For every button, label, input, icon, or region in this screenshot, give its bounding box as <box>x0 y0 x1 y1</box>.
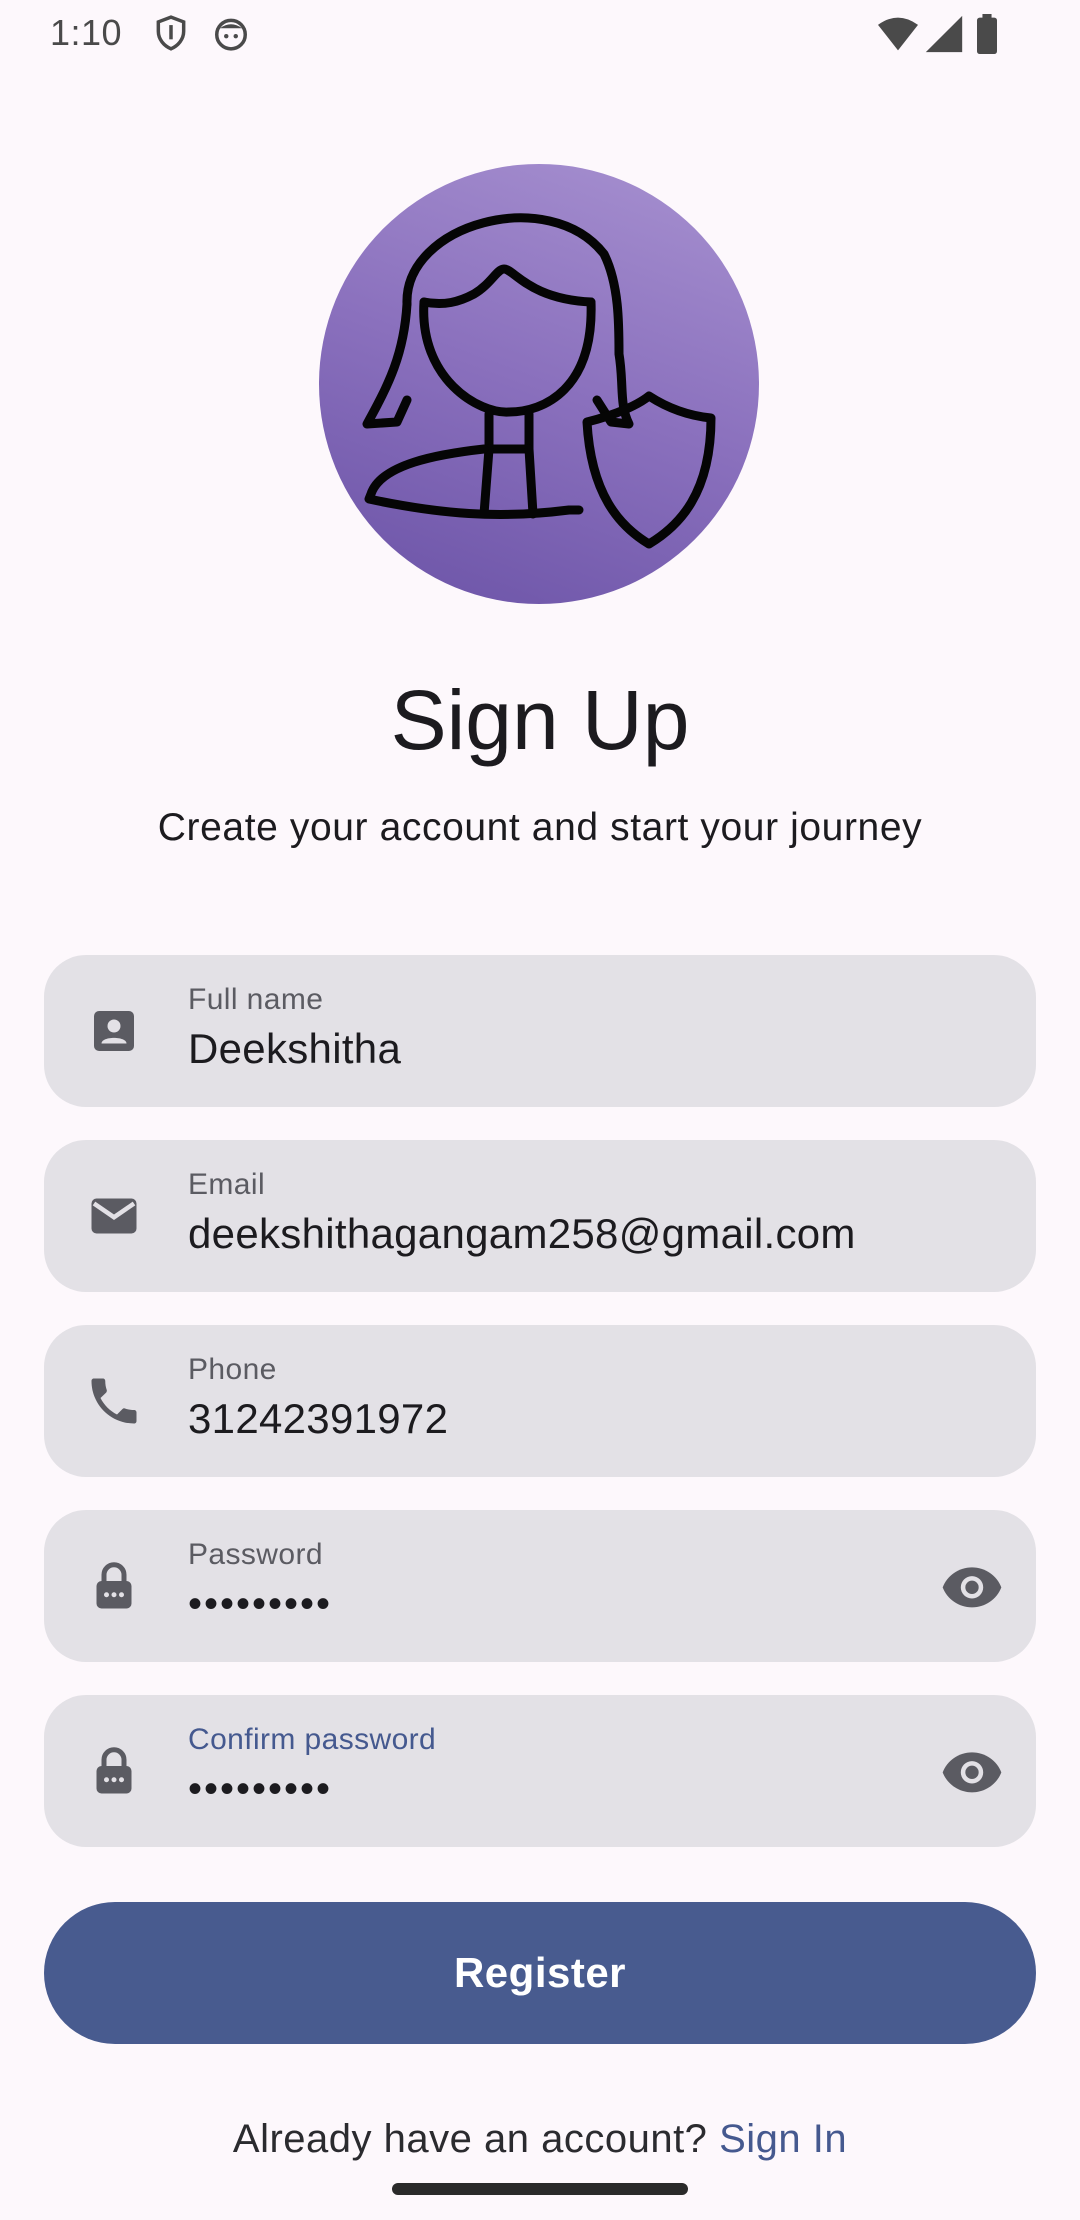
wifi-icon <box>878 17 918 51</box>
lock-icon <box>96 1562 132 1609</box>
password-label: Password <box>188 1538 323 1571</box>
user-shield-illustration-icon <box>362 213 716 549</box>
status-time: 1:10 <box>50 12 123 53</box>
signin-prompt-text: Already have an account? <box>232 2117 708 2161</box>
home-indicator[interactable] <box>392 2183 688 2195</box>
email-field[interactable]: Email deekshithagangam258@gmail.com <box>44 1140 1036 1292</box>
confirm-password-field[interactable]: Confirm password ••••••••• <box>44 1695 1036 1847</box>
full-name-field[interactable]: Full name Deekshitha <box>44 955 1036 1107</box>
confirm-password-label: Confirm password <box>188 1723 437 1756</box>
cell-signal-icon <box>925 15 963 53</box>
android-face-status-icon <box>215 18 247 51</box>
email-input[interactable]: deekshithagangam258@gmail.com <box>188 1210 948 1258</box>
phone-input[interactable]: 31242391972 <box>188 1395 948 1443</box>
lock-icon <box>96 1747 132 1794</box>
full-name-input[interactable]: Deekshitha <box>188 1025 948 1073</box>
phone-label: Phone <box>188 1353 277 1386</box>
confirm-password-input[interactable]: ••••••••• <box>188 1767 948 1812</box>
phone-icon <box>91 1378 137 1424</box>
page-subtitle: Create your account and start your journ… <box>157 806 923 849</box>
shield-status-icon <box>156 15 186 51</box>
envelope-icon <box>91 1198 137 1234</box>
register-button[interactable]: Register <box>44 1902 1036 2044</box>
page-title: Sign Up <box>390 673 690 767</box>
sign-up-screen: 1:10 Sign Up Create your account and sta… <box>0 0 1080 2220</box>
user-shield-avatar <box>319 164 759 604</box>
phone-field[interactable]: Phone 31242391972 <box>44 1325 1036 1477</box>
eye-icon[interactable] <box>940 1554 1004 1618</box>
signin-prompt-row: Already have an account? Sign In <box>0 2117 1080 2162</box>
email-label: Email <box>188 1168 266 1201</box>
status-bar: 1:10 <box>0 0 1080 66</box>
contact-card-icon <box>94 1011 134 1051</box>
battery-icon <box>977 14 997 54</box>
password-field[interactable]: Password ••••••••• <box>44 1510 1036 1662</box>
eye-icon[interactable] <box>940 1739 1004 1803</box>
signin-link[interactable]: Sign In <box>719 2117 847 2161</box>
password-input[interactable]: ••••••••• <box>188 1582 948 1627</box>
full-name-label: Full name <box>188 983 324 1016</box>
